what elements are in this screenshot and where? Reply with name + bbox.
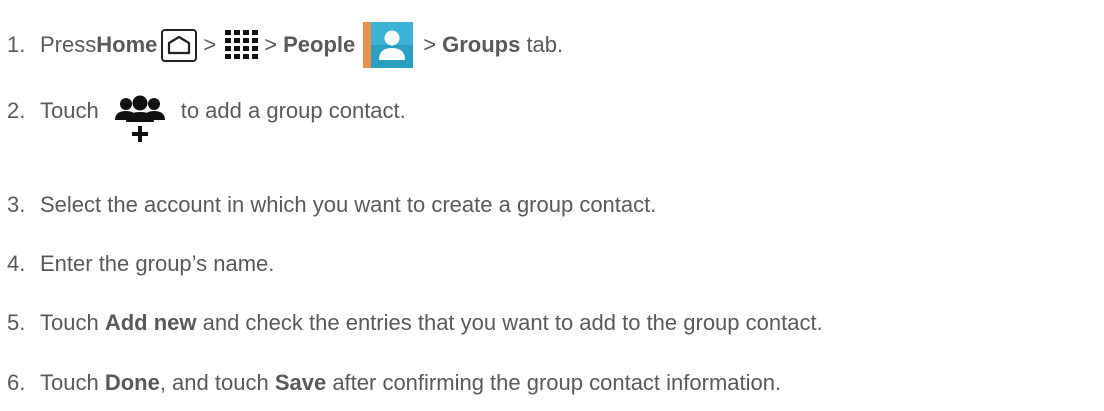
step-text: Select the account in which you want to … bbox=[40, 192, 657, 217]
step-4: 4. Enter the group’s name. bbox=[7, 250, 274, 278]
separator: > bbox=[423, 32, 437, 57]
groups-label: Groups bbox=[442, 32, 521, 57]
step-text: , and touch bbox=[159, 370, 275, 395]
add-new-label: Add new bbox=[104, 310, 197, 335]
step-text: Press bbox=[40, 32, 97, 57]
step-number: 1. bbox=[7, 32, 26, 57]
people-app-icon bbox=[363, 22, 414, 68]
home-label: Home bbox=[96, 32, 158, 57]
step-text: and check the entries that you want to a… bbox=[196, 310, 823, 335]
step-text: Touch bbox=[40, 98, 99, 123]
step-number: 6. bbox=[7, 370, 26, 395]
apps-grid-icon bbox=[224, 29, 259, 61]
step-1: 1. Press Home > > People > Groups tab. bbox=[7, 22, 563, 68]
step-number: 3. bbox=[7, 192, 26, 217]
step-text: Touch bbox=[40, 370, 105, 395]
step-text: to add a group contact. bbox=[180, 98, 406, 123]
step-text: Enter the group’s name. bbox=[40, 251, 275, 276]
step-number: 5. bbox=[7, 310, 26, 335]
step-text: after confirming the group contact infor… bbox=[326, 370, 782, 395]
step-text: tab. bbox=[520, 32, 564, 57]
people-label: People bbox=[283, 32, 356, 57]
home-key-icon bbox=[161, 28, 198, 62]
step-5: 5. Touch Add new and check the entries t… bbox=[7, 309, 823, 337]
step-2: 2. Touch to add a group contact. bbox=[7, 86, 406, 142]
separator: > bbox=[264, 32, 278, 57]
add-group-icon bbox=[113, 94, 167, 144]
step-text: Touch bbox=[40, 310, 105, 335]
save-label: Save bbox=[274, 370, 327, 395]
step-number: 2. bbox=[7, 98, 26, 123]
step-3: 3. Select the account in which you want … bbox=[7, 191, 656, 219]
step-number: 4. bbox=[7, 251, 26, 276]
separator: > bbox=[203, 32, 217, 57]
step-6: 6. Touch Done , and touch Save after con… bbox=[7, 369, 781, 397]
done-label: Done bbox=[104, 370, 160, 395]
